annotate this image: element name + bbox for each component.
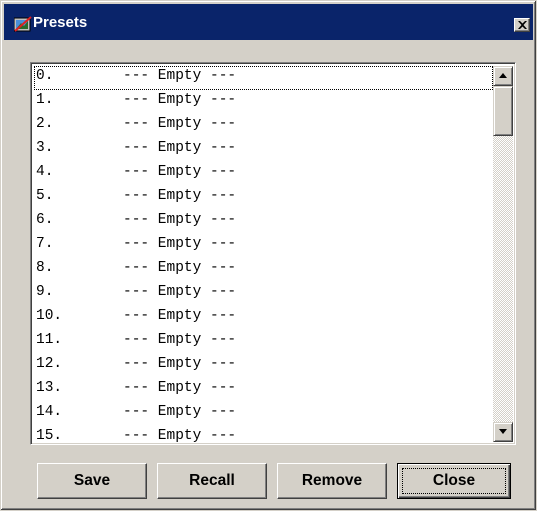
- list-item[interactable]: 7. --- Empty ---: [34, 234, 493, 258]
- preset-number: 7.: [36, 236, 54, 252]
- preset-number: 9.: [36, 284, 54, 300]
- preset-label: --- Empty ---: [123, 380, 237, 396]
- preset-number: 5.: [36, 188, 54, 204]
- remove-button[interactable]: Remove: [277, 463, 387, 499]
- close-icon: [518, 21, 527, 29]
- preset-label: --- Empty ---: [123, 140, 237, 156]
- preset-label: --- Empty ---: [123, 308, 237, 324]
- preset-label: --- Empty ---: [123, 236, 237, 252]
- preset-number: 15.: [36, 428, 63, 442]
- preset-label: --- Empty ---: [123, 164, 237, 180]
- preset-number: 4.: [36, 164, 54, 180]
- list-item[interactable]: 9. --- Empty ---: [34, 282, 493, 306]
- presets-list-rows: 0. --- Empty --- 1. --- Empty --- 2. --- Empt…: [34, 66, 493, 442]
- list-item[interactable]: 0. --- Empty ---: [34, 66, 493, 90]
- scroll-up-button[interactable]: [493, 66, 513, 86]
- list-item[interactable]: 1. --- Empty ---: [34, 90, 493, 114]
- arrow-up-icon: [499, 73, 507, 78]
- preset-label: --- Empty ---: [123, 92, 237, 108]
- preset-number: 11.: [36, 332, 63, 348]
- preset-label: --- Empty ---: [123, 188, 237, 204]
- preset-label: --- Empty ---: [123, 284, 237, 300]
- window-close-button[interactable]: [514, 18, 530, 32]
- list-item[interactable]: 3. --- Empty ---: [34, 138, 493, 162]
- preset-number: 1.: [36, 92, 54, 108]
- preset-number: 14.: [36, 404, 63, 420]
- window-title: Presets: [33, 14, 88, 31]
- preset-label: --- Empty ---: [123, 332, 237, 348]
- preset-number: 10.: [36, 308, 63, 324]
- focus-ring: [402, 468, 506, 494]
- list-item[interactable]: 15. --- Empty ---: [34, 426, 493, 442]
- scroll-thumb[interactable]: [493, 86, 513, 136]
- preset-label: --- Empty ---: [123, 212, 237, 228]
- list-item[interactable]: 10. --- Empty ---: [34, 306, 493, 330]
- preset-label: --- Empty ---: [123, 428, 237, 442]
- preset-number: 2.: [36, 116, 54, 132]
- preset-label: --- Empty ---: [123, 260, 237, 276]
- preset-number: 0.: [36, 68, 54, 84]
- list-item[interactable]: 11. --- Empty ---: [34, 330, 493, 354]
- close-button[interactable]: Close: [397, 463, 511, 499]
- title-bar[interactable]: Presets: [4, 4, 533, 40]
- preset-number: 3.: [36, 140, 54, 156]
- list-item[interactable]: 8. --- Empty ---: [34, 258, 493, 282]
- list-item[interactable]: 13. --- Empty ---: [34, 378, 493, 402]
- list-item[interactable]: 12. --- Empty ---: [34, 354, 493, 378]
- list-item[interactable]: 6. --- Empty ---: [34, 210, 493, 234]
- save-button[interactable]: Save: [37, 463, 147, 499]
- presets-list[interactable]: 0. --- Empty --- 1. --- Empty --- 2. --- Empt…: [30, 62, 516, 445]
- presets-dialog: Presets 0. --- Empty --- 1. --- Empty --- 2.…: [0, 0, 537, 511]
- list-item[interactable]: 2. --- Empty ---: [34, 114, 493, 138]
- preset-label: --- Empty ---: [123, 404, 237, 420]
- preset-label: --- Empty ---: [123, 68, 237, 84]
- preset-number: 13.: [36, 380, 63, 396]
- list-item[interactable]: 5. --- Empty ---: [34, 186, 493, 210]
- arrow-down-icon: [499, 429, 507, 434]
- recall-button[interactable]: Recall: [157, 463, 267, 499]
- list-item[interactable]: 4. --- Empty ---: [34, 162, 493, 186]
- preset-number: 8.: [36, 260, 54, 276]
- presets-app-icon: [13, 16, 32, 32]
- preset-number: 12.: [36, 356, 63, 372]
- preset-number: 6.: [36, 212, 54, 228]
- scroll-down-button[interactable]: [493, 422, 513, 442]
- preset-label: --- Empty ---: [123, 116, 237, 132]
- list-item[interactable]: 14. --- Empty ---: [34, 402, 493, 426]
- vertical-scrollbar[interactable]: [493, 66, 513, 442]
- preset-label: --- Empty ---: [123, 356, 237, 372]
